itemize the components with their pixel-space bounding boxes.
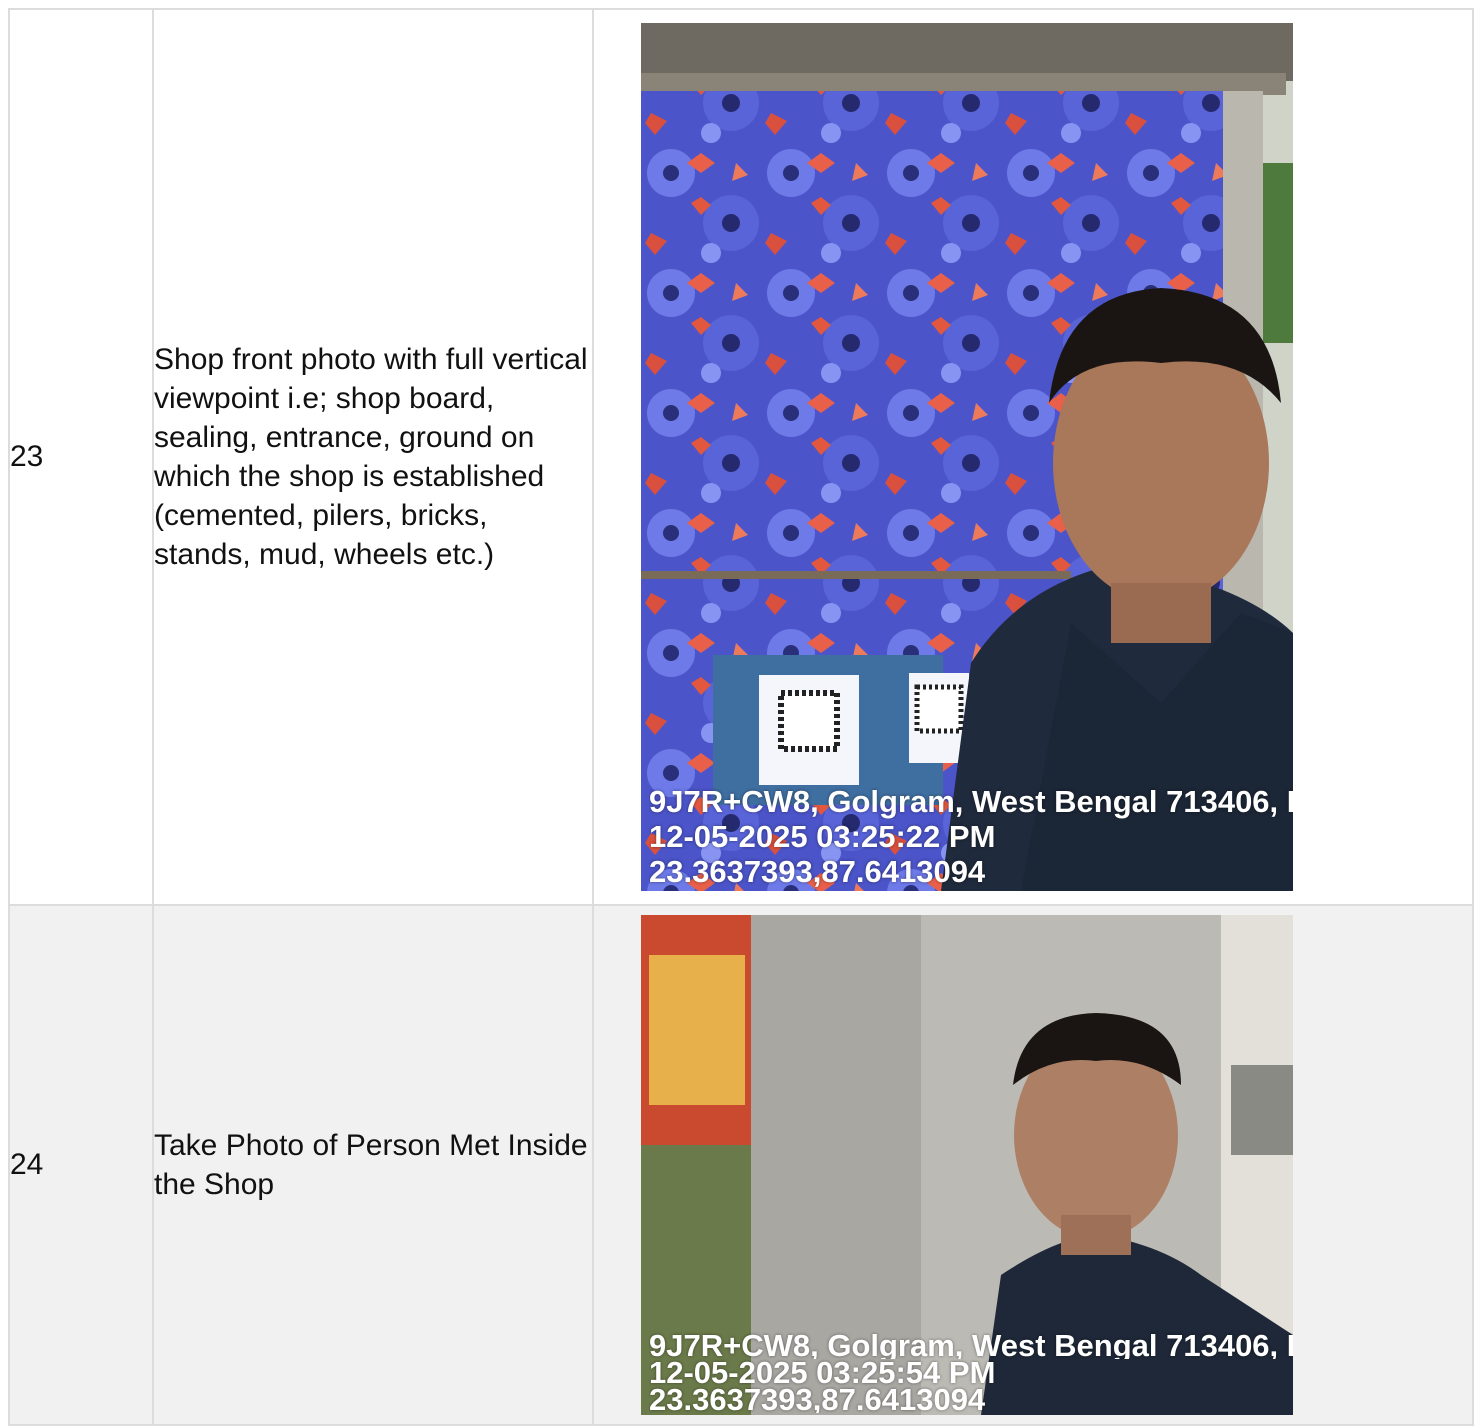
photo-geotag-stamp: 9J7R+CW8, Golgram, West Bengal 713406, I… <box>649 784 1293 889</box>
row-number: 23 <box>8 8 154 906</box>
photo-timestamp: 12-05-2025 03:25:54 PM <box>649 1359 996 1386</box>
photo-timestamp: 12-05-2025 03:25:22 PM <box>649 819 996 854</box>
table-row: 24 Take Photo of Person Met Inside the S… <box>8 904 1474 1426</box>
photo-geotag-stamp: 9J7R+CW8, Golgram, West Bengal 713406, I… <box>649 1332 1293 1413</box>
report-table: 23 Shop front photo with full vertical v… <box>8 8 1474 1426</box>
photo-cell: 9J7R+CW8, Golgram, West Bengal 713406, I… <box>592 8 1474 906</box>
photo-address: 9J7R+CW8, Golgram, West Bengal 713406, I <box>649 1332 1293 1359</box>
shop-front-photo-image <box>641 23 1293 891</box>
person-met-photo[interactable]: 9J7R+CW8, Golgram, West Bengal 713406, I… <box>641 915 1293 1415</box>
photo-coordinates: 23.3637393,87.6413094 <box>649 1386 986 1413</box>
row-description: Take Photo of Person Met Inside the Shop <box>152 904 594 1426</box>
photo-cell: 9J7R+CW8, Golgram, West Bengal 713406, I… <box>592 904 1474 1426</box>
shop-front-photo[interactable]: 9J7R+CW8, Golgram, West Bengal 713406, I… <box>641 23 1293 891</box>
photo-address: 9J7R+CW8, Golgram, West Bengal 713406, I… <box>649 784 1293 819</box>
row-number: 24 <box>8 904 154 1426</box>
row-description: Shop front photo with full vertical view… <box>152 8 594 906</box>
photo-coordinates: 23.3637393,87.6413094 <box>649 854 986 889</box>
table-row: 23 Shop front photo with full vertical v… <box>8 8 1474 906</box>
